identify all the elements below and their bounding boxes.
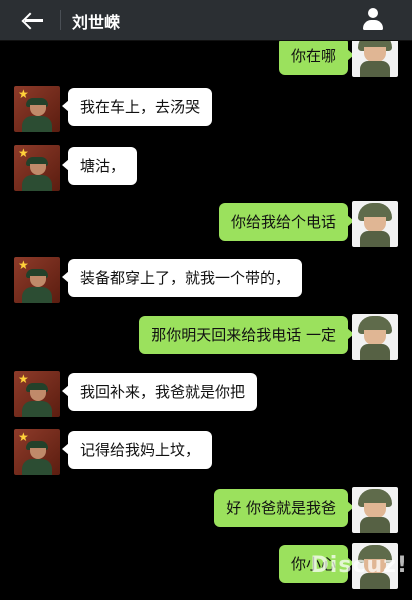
avatar-self[interactable] [352, 487, 398, 533]
message-bubble-received[interactable]: 我在车上，去汤哭 [61, 88, 213, 126]
back-arrow-icon[interactable] [20, 8, 44, 32]
message-bubble-sent[interactable]: 你给我给个电话 [218, 203, 355, 241]
avatar-self[interactable] [352, 41, 398, 77]
avatar-self[interactable] [352, 314, 398, 360]
avatar-contact[interactable]: ★ [14, 257, 60, 303]
top-bar: 刘世嵘 [0, 0, 412, 41]
avatar-contact[interactable]: ★ [14, 371, 60, 417]
avatar-contact[interactable]: ★ [14, 145, 60, 191]
message-bubble-received[interactable]: 我回补来，我爸就是你把 [61, 373, 258, 411]
chat-title: 刘世嵘 [72, 13, 121, 32]
avatar-contact[interactable]: ★ [14, 429, 60, 475]
message-bubble-sent[interactable]: 好 你爸就是我爸 [214, 489, 354, 527]
message-bubble-received[interactable]: 装备都穿上了，就我一个带的， [61, 259, 303, 297]
chat-area: 你在哪 ★ 我在车上，去汤哭 ★ 塘沽， 你给我给个电话 ★ 装备都穿上了，就我… [0, 41, 412, 600]
watermark-logo: Discuz! [310, 553, 408, 578]
message-bubble-sent[interactable]: 那你明天回来给我电话 一定 [139, 316, 354, 354]
message-bubble-received[interactable]: 记得给我妈上坟， [61, 431, 213, 469]
message-bubble-received[interactable]: 塘沽， [61, 147, 138, 185]
avatar-self[interactable] [352, 201, 398, 247]
avatar-contact[interactable]: ★ [14, 86, 60, 132]
message-bubble-sent[interactable]: 你在哪 [278, 41, 355, 75]
person-icon[interactable] [362, 8, 384, 32]
header-divider [60, 10, 61, 30]
